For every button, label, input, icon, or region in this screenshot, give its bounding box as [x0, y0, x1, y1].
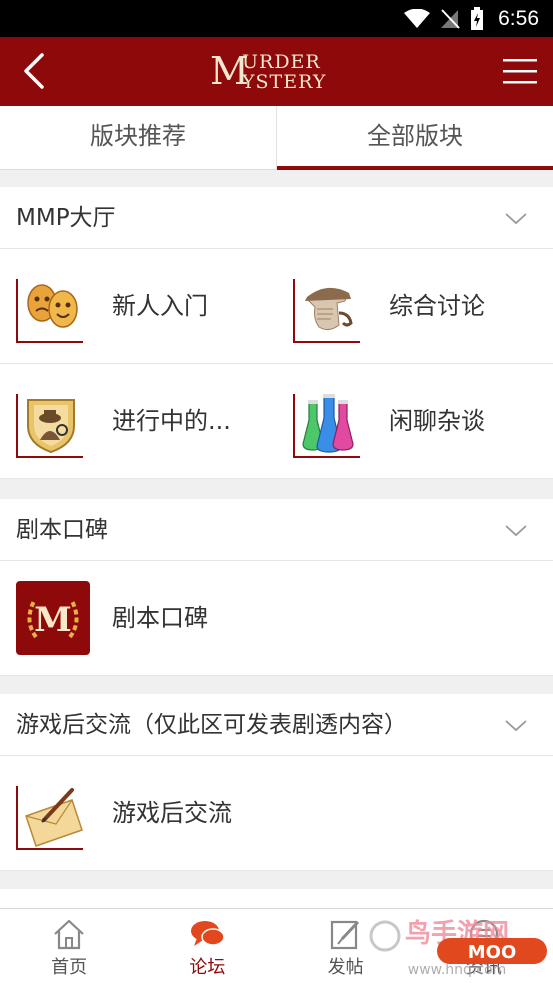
- section-title: 游戏后交流（仅此区可发表剧透内容）: [16, 712, 407, 738]
- edit-post-icon: [330, 920, 359, 950]
- forum-tabs: 版块推荐 全部版块: [0, 106, 553, 170]
- forum-general-discussion[interactable]: 综合讨论: [277, 249, 553, 364]
- forum-row: 进行中的... 闲聊杂谈: [0, 364, 553, 479]
- forum-post-game-chat[interactable]: 游戏后交流: [0, 756, 276, 871]
- home-icon: [54, 919, 84, 950]
- tab-label: 全部版块: [367, 122, 463, 150]
- forum-row: 新人入门 综合讨论: [0, 249, 553, 364]
- murder-mystery-logo: M URDER YSTERY: [190, 49, 363, 95]
- detective-profile-icon: [293, 273, 363, 343]
- forum-label: 综合讨论: [389, 292, 485, 320]
- forum-row: M 剧本口碑: [0, 561, 553, 676]
- section-title: 剧本口碑: [16, 517, 108, 543]
- section-post-game: 游戏后交流（仅此区可发表剧透内容） 游戏后交流: [0, 694, 553, 871]
- envelope-pen-icon: [16, 780, 86, 850]
- chemistry-flasks-icon: [293, 388, 363, 458]
- nav-label: 论坛: [189, 957, 226, 978]
- chat-bubbles-icon: [191, 921, 226, 946]
- section-script-reviews: 剧本口碑 M 剧本口碑: [0, 499, 553, 676]
- forum-row: 游戏后交流: [0, 756, 553, 871]
- nav-label: 首页: [51, 957, 88, 978]
- nav-home[interactable]: 首页: [0, 909, 138, 983]
- theater-masks-icon: [16, 273, 86, 343]
- section-title: MMP大厅: [16, 205, 116, 231]
- watermark-badge: MOO: [468, 942, 517, 963]
- forum-chit-chat[interactable]: 闲聊杂谈: [277, 364, 553, 479]
- section-header[interactable]: 剧本口碑: [0, 499, 553, 561]
- watermark-logo: 鸟手游网 MOO www.hnq.com: [365, 912, 549, 980]
- status-time: 6:56: [498, 6, 539, 30]
- forum-script-reviews[interactable]: M 剧本口碑: [0, 561, 276, 676]
- active-tab-indicator: [277, 166, 553, 170]
- app-header: M URDER YSTERY: [0, 37, 553, 106]
- section-next-partial: [0, 889, 553, 908]
- forum-label: 剧本口碑: [112, 604, 208, 632]
- chevron-down-icon[interactable]: [505, 720, 527, 732]
- tab-label: 版块推荐: [90, 122, 186, 150]
- tab-recommended[interactable]: 版块推荐: [0, 106, 276, 169]
- logo-text-bottom: YSTERY: [242, 71, 327, 93]
- forum-label: 闲聊杂谈: [389, 407, 485, 435]
- forum-label: 进行中的...: [112, 407, 231, 435]
- hamburger-menu-icon[interactable]: [503, 56, 537, 86]
- tab-all-boards[interactable]: 全部版块: [276, 106, 553, 170]
- detective-badge-icon: [16, 388, 86, 458]
- status-bar: 6:56: [0, 0, 553, 37]
- forum-label: 游戏后交流: [112, 799, 232, 827]
- nav-forum[interactable]: 论坛: [138, 909, 276, 983]
- watermark-url: www.hnq.com: [408, 962, 507, 978]
- section-mmp-hall: MMP大厅 新人入门 综合讨论 进行中的... 闲聊杂谈: [0, 187, 553, 479]
- section-header[interactable]: MMP大厅: [0, 187, 553, 249]
- murder-mystery-laurel-icon: M: [16, 581, 90, 655]
- forum-in-progress[interactable]: 进行中的...: [0, 364, 276, 479]
- logo-text-top: URDER: [242, 51, 321, 73]
- no-signal-icon: [441, 8, 460, 29]
- back-arrow-icon[interactable]: [14, 49, 58, 93]
- section-header[interactable]: 游戏后交流（仅此区可发表剧透内容）: [0, 694, 553, 756]
- chevron-down-icon[interactable]: [505, 213, 527, 225]
- svg-text:M: M: [34, 600, 72, 640]
- wifi-icon: [404, 8, 431, 28]
- forum-newcomer[interactable]: 新人入门: [0, 249, 276, 364]
- battery-charging-icon: [471, 6, 484, 30]
- forum-label: 新人入门: [112, 292, 208, 320]
- chevron-down-icon[interactable]: [505, 525, 527, 537]
